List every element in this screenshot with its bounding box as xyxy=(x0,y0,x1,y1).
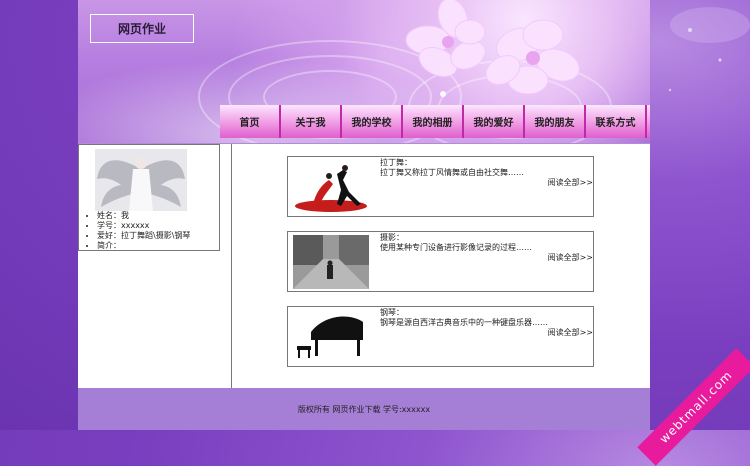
profile-info-list: 姓名：我 学号：xxxxxx 爱好：拉丁舞蹈\摄影\钢琴 简介： xyxy=(83,211,190,251)
nav-contact[interactable]: 联系方式 xyxy=(586,105,647,138)
photography-thumbnail xyxy=(293,235,369,289)
column-divider xyxy=(231,144,232,389)
nav-home[interactable]: 首页 xyxy=(220,105,281,138)
profile-name: 姓名：我 xyxy=(97,211,190,221)
profile-image-angel xyxy=(95,149,187,211)
read-more-link[interactable]: 阅读全部>> xyxy=(548,252,593,263)
profile-id: 学号：xxxxxx xyxy=(97,221,190,231)
footer-text: 版权所有 网页作业下载 学号:xxxxxx xyxy=(297,404,431,414)
dance-thumbnail xyxy=(293,160,369,214)
piano-thumbnail xyxy=(293,310,369,364)
main-content: 姓名：我 学号：xxxxxx 爱好：拉丁舞蹈\摄影\钢琴 简介： 拉丁舞： 拉丁… xyxy=(78,143,650,389)
article-description: 钢琴是源自西洋古典音乐中的一种键盘乐器…… xyxy=(380,318,548,327)
page-container: 网页作业 首页 关于我 我的学校 我的相册 我的爱好 我的朋友 联系方式 姓名：… xyxy=(78,0,650,430)
nav-hobby[interactable]: 我的爱好 xyxy=(464,105,525,138)
page-footer: 版权所有 网页作业下载 学号:xxxxxx xyxy=(78,388,650,430)
flower-illustration xyxy=(405,0,580,97)
site-logo-text: 网页作业 xyxy=(117,22,166,36)
profile-hobbies: 爱好：拉丁舞蹈\摄影\钢琴 xyxy=(97,231,190,241)
nav-school[interactable]: 我的学校 xyxy=(342,105,403,138)
read-more-link[interactable]: 阅读全部>> xyxy=(548,327,593,338)
article-card-piano: 钢琴： 钢琴是源自西洋古典音乐中的一种键盘乐器…… 阅读全部>> xyxy=(287,306,594,367)
nav-friends[interactable]: 我的朋友 xyxy=(525,105,586,138)
nav-album[interactable]: 我的相册 xyxy=(403,105,464,138)
article-description: 使用某种专门设备进行影像记录的过程…… xyxy=(380,243,532,252)
profile-intro: 简介： xyxy=(97,241,190,251)
site-logo[interactable]: 网页作业 xyxy=(90,14,194,43)
article-description: 拉丁舞又称拉丁风情舞或自由社交舞…… xyxy=(380,168,524,177)
read-more-link[interactable]: 阅读全部>> xyxy=(548,177,593,188)
article-card-photography: 摄影： 使用某种专门设备进行影像记录的过程…… 阅读全部>> xyxy=(287,231,594,292)
main-nav: 首页 关于我 我的学校 我的相册 我的爱好 我的朋友 联系方式 xyxy=(220,105,650,138)
header-banner: 网页作业 首页 关于我 我的学校 我的相册 我的爱好 我的朋友 联系方式 xyxy=(78,0,650,143)
profile-card: 姓名：我 学号：xxxxxx 爱好：拉丁舞蹈\摄影\钢琴 简介： xyxy=(78,144,220,251)
nav-about[interactable]: 关于我 xyxy=(281,105,342,138)
article-card-dance: 拉丁舞： 拉丁舞又称拉丁风情舞或自由社交舞…… 阅读全部>> xyxy=(287,156,594,217)
